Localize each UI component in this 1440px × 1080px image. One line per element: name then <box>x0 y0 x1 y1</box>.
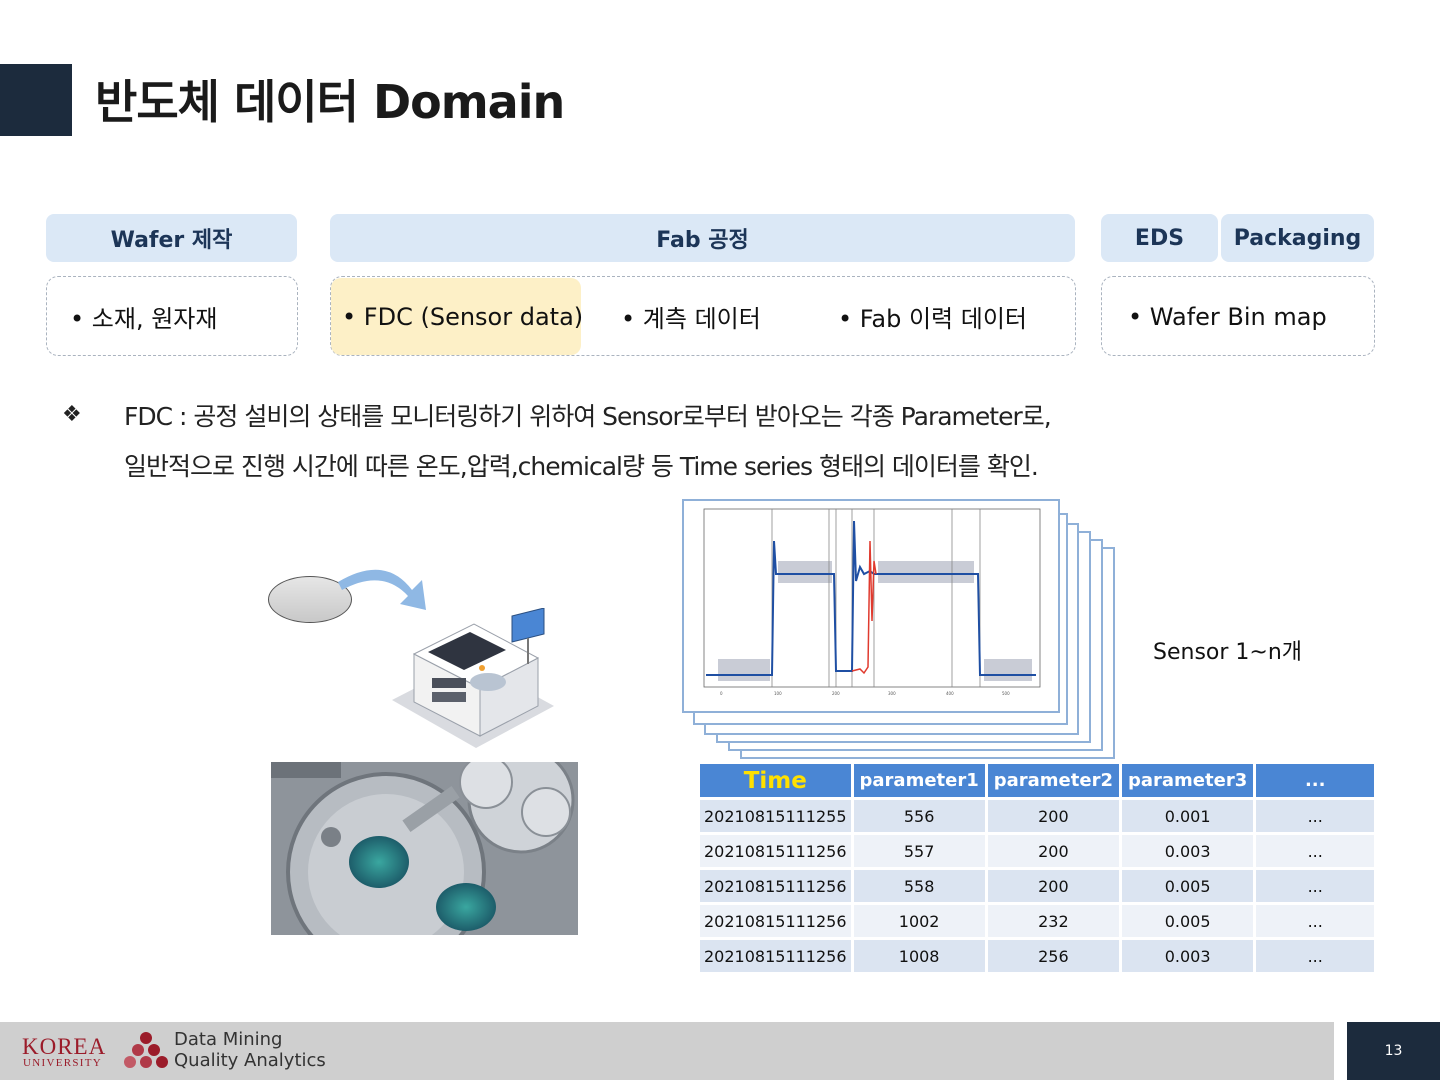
table-cell: ... <box>1256 800 1375 832</box>
stage-header-eds: EDS <box>1101 214 1218 262</box>
university-logo: KOREA <box>22 1034 107 1059</box>
table-header-parameter1: parameter1 <box>853 764 985 797</box>
table-cell: 232 <box>987 905 1119 937</box>
svg-text:100: 100 <box>774 691 782 696</box>
bullet-materials: 소재, 원자재 <box>70 299 218 334</box>
table-row: 20210815111255 556 200 0.001 ... <box>700 800 1375 832</box>
table-cell: ... <box>1256 835 1375 867</box>
description-line-2: 일반적으로 진행 시간에 따른 온도,압력,chemical량 등 Time s… <box>124 452 1039 481</box>
table-cell: 556 <box>853 800 985 832</box>
table-cell: 20210815111256 <box>700 870 851 902</box>
table-cell: 558 <box>853 870 985 902</box>
table-cell: 1008 <box>853 940 985 972</box>
table-row: 20210815111256 557 200 0.003 ... <box>700 835 1375 867</box>
equipment-photo <box>271 762 578 935</box>
bullet-wafer-bin-map: Wafer Bin map <box>1128 303 1327 331</box>
table-cell: ... <box>1256 905 1375 937</box>
title-accent-bar <box>0 64 72 136</box>
bullet-fdc: FDC (Sensor data) <box>342 303 583 331</box>
equipment-icon <box>392 608 554 748</box>
description-line-1: FDC : 공정 설비의 상태를 모니터링하기 위하여 Sensor로부터 받아… <box>124 402 1052 431</box>
table-row: 20210815111256 1002 232 0.005 ... <box>700 905 1375 937</box>
diamond-bullet-icon: ❖ <box>62 402 82 427</box>
svg-text:400: 400 <box>946 691 954 696</box>
table-header-more: ... <box>1256 764 1375 797</box>
table-header-parameter3: parameter3 <box>1121 764 1254 797</box>
table-cell: 1002 <box>853 905 985 937</box>
page-title: 반도체 데이터 Domain <box>95 75 565 129</box>
lab-name-line-2: Quality Analytics <box>174 1050 326 1071</box>
table-cell: 200 <box>987 800 1119 832</box>
table-header-time: Time <box>700 764 851 797</box>
table-cell: 557 <box>853 835 985 867</box>
stage-header-fab: Fab 공정 <box>330 214 1075 262</box>
table-cell: 0.003 <box>1121 940 1254 972</box>
table-cell: 256 <box>987 940 1119 972</box>
svg-text:200: 200 <box>832 691 840 696</box>
table-cell: 0.005 <box>1121 905 1254 937</box>
svg-text:300: 300 <box>888 691 896 696</box>
table-cell: 0.005 <box>1121 870 1254 902</box>
stage-header-wafer: Wafer 제작 <box>46 214 297 262</box>
table-cell: 200 <box>987 870 1119 902</box>
table-cell: 20210815111256 <box>700 940 851 972</box>
bullet-fab-history: Fab 이력 데이터 <box>838 299 1027 334</box>
table-row: 20210815111256 558 200 0.005 ... <box>700 870 1375 902</box>
stage-header-packaging: Packaging <box>1221 214 1374 262</box>
table-cell: 20210815111255 <box>700 800 851 832</box>
table-cell: 20210815111256 <box>700 835 851 867</box>
table-cell: ... <box>1256 870 1375 902</box>
sensor-chart: 0 100 200 300 400 500 <box>682 499 1060 713</box>
bullet-measurement: 계측 데이터 <box>621 299 761 334</box>
table-cell: ... <box>1256 940 1375 972</box>
arrow-icon <box>338 569 426 610</box>
university-logo-sub: UNIVERSITY <box>23 1057 102 1069</box>
table-cell: 0.001 <box>1121 800 1254 832</box>
table-cell: 0.003 <box>1121 835 1254 867</box>
table-header-parameter2: parameter2 <box>987 764 1119 797</box>
table-header-row: Time parameter1 parameter2 parameter3 ..… <box>700 764 1375 797</box>
table-cell: 200 <box>987 835 1119 867</box>
page-number: 13 <box>1347 1022 1440 1080</box>
table-cell: 20210815111256 <box>700 905 851 937</box>
svg-text:500: 500 <box>1002 691 1010 696</box>
sensor-data-table: Time parameter1 parameter2 parameter3 ..… <box>697 761 1377 975</box>
table-row: 20210815111256 1008 256 0.003 ... <box>700 940 1375 972</box>
sensor-count-label: Sensor 1~n개 <box>1153 640 1303 665</box>
svg-text:0: 0 <box>720 691 723 696</box>
lab-name-line-1: Data Mining <box>174 1029 283 1050</box>
lab-logo-icon <box>124 1032 168 1068</box>
